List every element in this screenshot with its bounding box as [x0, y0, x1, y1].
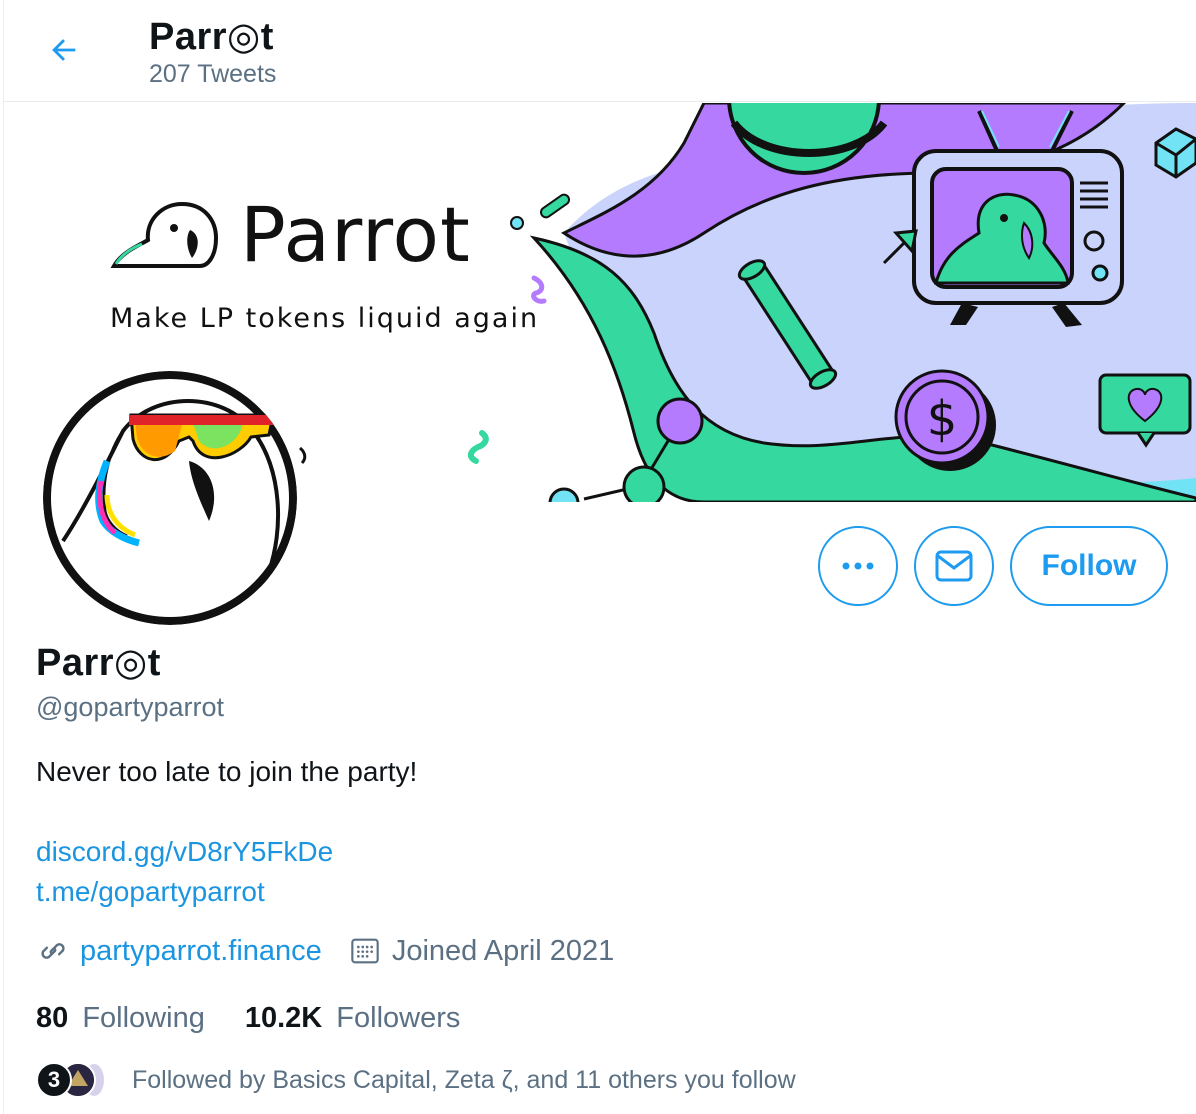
back-button[interactable]: [44, 30, 84, 70]
following-count: 80: [36, 1002, 69, 1034]
banner-brand: Parrot: [108, 197, 471, 273]
joined-date: Joined April 2021: [391, 934, 615, 967]
heart-chat-icon: [1098, 373, 1192, 448]
followers-stat[interactable]: 10.2K Followers: [245, 1002, 461, 1035]
profile-name: Parr◎t: [36, 642, 161, 684]
follower-avatar-1: 3: [36, 1062, 72, 1098]
calendar-icon: [348, 934, 382, 968]
header-title: Parr◎t: [149, 16, 274, 58]
website-link[interactable]: partyparrot.finance: [80, 935, 322, 968]
banner-tagline: Make LP tokens liquid again: [110, 303, 540, 334]
parrot-logo-icon: [110, 201, 219, 268]
followers-count: 10.2K: [244, 1002, 323, 1034]
profile-header: Parr◎t 207 Tweets: [4, 0, 1196, 102]
profile-page: Parr◎t 207 Tweets $ Parrot Make LP token…: [0, 0, 1196, 1114]
arrow-left-icon: [52, 39, 76, 61]
followed-by-text: Followed by Basics Capital, Zeta ζ, and …: [132, 1065, 796, 1094]
avatar[interactable]: [36, 364, 304, 632]
more-options-button[interactable]: [818, 526, 898, 606]
profile-handle: @gopartyparrot: [36, 692, 224, 722]
profile-meta: partyparrot.finance Joined April 2021: [36, 934, 640, 968]
envelope-icon: [935, 550, 973, 582]
following-label: Following: [82, 1002, 205, 1034]
dollar-sign: $: [927, 391, 958, 447]
banner-brand-name: Parrot: [240, 190, 471, 279]
follow-stats: 80 Following 10.2K Followers: [36, 1002, 500, 1035]
follow-button[interactable]: Follow: [1010, 526, 1168, 606]
message-button[interactable]: [914, 526, 994, 606]
more-dots-icon: [842, 562, 874, 570]
following-stat[interactable]: 80 Following: [36, 1002, 205, 1035]
followers-label: Followers: [336, 1002, 461, 1034]
bio-link-telegram[interactable]: t.me/gopartyparrot: [36, 876, 265, 908]
bio-link-discord[interactable]: discord.gg/vD8rY5FkDe: [36, 836, 333, 868]
followed-by-avatars: 3: [36, 1062, 116, 1098]
followed-by-row[interactable]: 3 Followed by Basics Capital, Zeta ζ, an…: [36, 1062, 796, 1098]
link-icon: [36, 934, 70, 968]
joined-item: Joined April 2021: [348, 934, 615, 968]
profile-bio: Never too late to join the party!: [36, 756, 418, 787]
website-item: partyparrot.finance: [36, 934, 322, 968]
tweet-count: 207 Tweets: [149, 60, 277, 88]
parrot-avatar-image: [43, 371, 297, 625]
